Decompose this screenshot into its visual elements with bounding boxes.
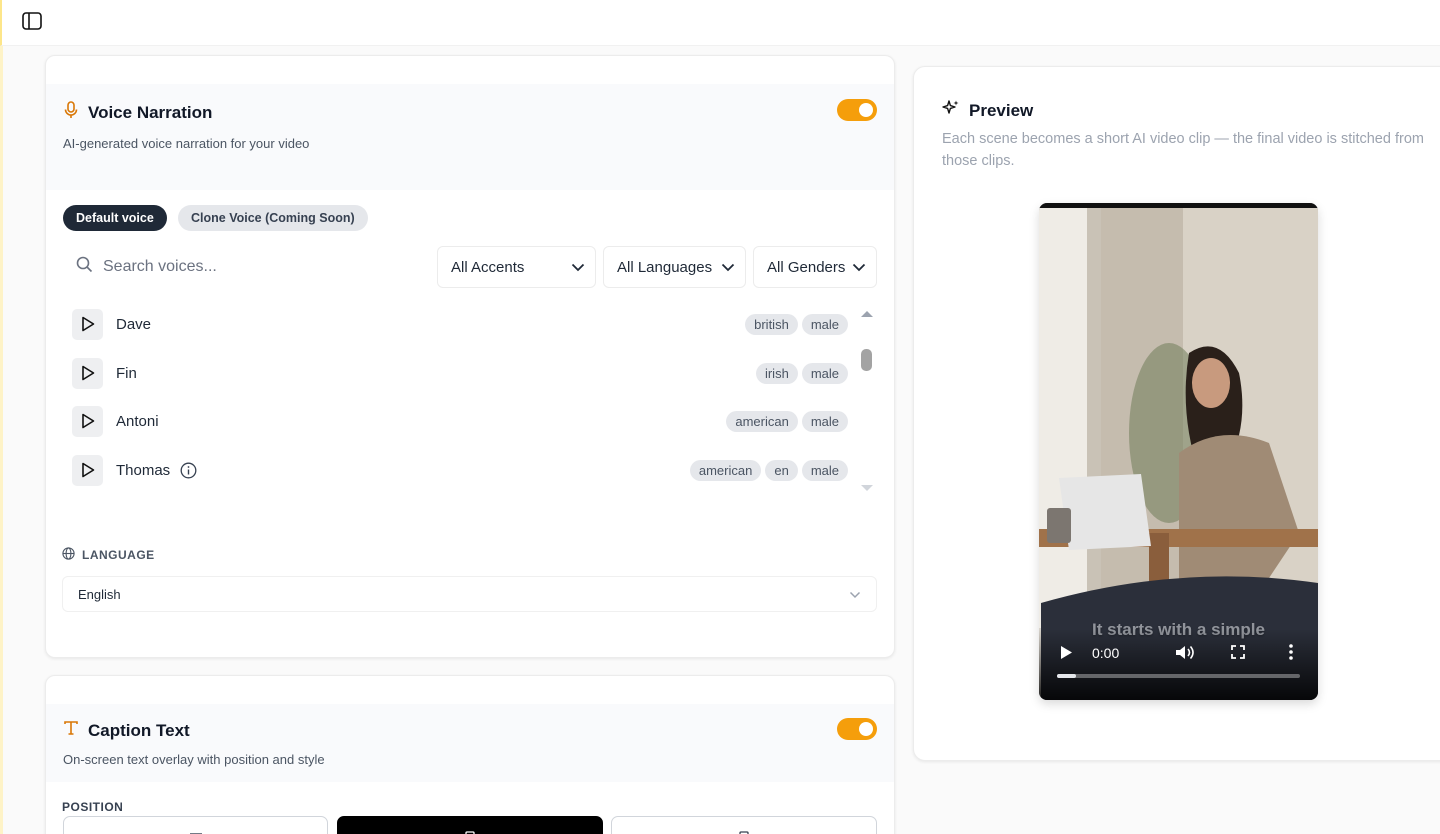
position-top-button[interactable] [63, 816, 328, 834]
voice-list-item[interactable]: Thomas american en male [72, 454, 848, 486]
voice-narration-toggle[interactable] [837, 99, 877, 121]
align-middle-icon [465, 826, 475, 834]
accent-filter[interactable]: All Accents [437, 246, 596, 288]
position-label: POSITION [62, 800, 124, 814]
align-bottom-icon [739, 826, 749, 834]
search-icon [76, 256, 93, 278]
voice-tag: male [801, 313, 848, 335]
info-icon[interactable] [180, 462, 197, 479]
voice-tag: irish [755, 362, 798, 384]
voice-tag: male [801, 362, 848, 384]
voice-tag: en [765, 459, 798, 481]
voice-name: Dave [116, 315, 152, 333]
gender-filter[interactable]: All Genders [753, 246, 877, 288]
caption-text-toggle[interactable] [837, 718, 877, 740]
left-edge-strip [0, 46, 3, 834]
voice-search [62, 246, 430, 288]
chevron-down-icon [571, 259, 585, 276]
video-progress-fill [1057, 674, 1077, 678]
video-progress-bar[interactable] [1057, 674, 1300, 678]
language-filter-label: All Languages [617, 258, 713, 276]
microphone-icon [63, 101, 79, 124]
preview-video[interactable]: It starts with a simple 0:00 [1039, 203, 1318, 700]
play-icon[interactable] [72, 454, 103, 486]
voice-tag: male [801, 459, 848, 481]
play-icon[interactable] [72, 357, 103, 389]
chevron-down-icon [721, 259, 735, 276]
voice-list-scrollbar[interactable] [858, 304, 876, 496]
fullscreen-icon[interactable] [1231, 645, 1245, 664]
tab-default-voice[interactable]: Default voice [63, 205, 167, 231]
voice-tag: american [726, 410, 798, 432]
voice-tag: british [745, 313, 798, 335]
video-controls: 0:00 [1039, 629, 1318, 700]
voice-name: Antoni [116, 412, 159, 430]
caption-text-header: Caption Text On-screen text overlay with… [46, 704, 894, 782]
video-time: 0:00 [1092, 645, 1120, 661]
position-bottom-button[interactable] [611, 816, 877, 834]
voice-list-item[interactable]: Dave british male [72, 308, 848, 340]
play-icon[interactable] [72, 308, 103, 340]
gender-filter-label: All Genders [767, 258, 846, 276]
more-options-icon[interactable] [1289, 644, 1293, 665]
position-middle-button[interactable] [337, 816, 603, 834]
language-select[interactable]: English [62, 576, 877, 612]
chevron-down-icon [852, 259, 866, 276]
text-icon [63, 720, 79, 741]
chevron-down-icon [849, 587, 861, 602]
caption-text-card: Caption Text On-screen text overlay with… [45, 675, 895, 834]
top-bar [0, 0, 1440, 46]
play-icon[interactable] [1060, 645, 1073, 665]
voice-tag: male [801, 410, 848, 432]
voice-list-item[interactable]: Fin irish male [72, 357, 848, 389]
align-top-icon [189, 826, 203, 834]
preview-description: Each scene becomes a short AI video clip… [942, 131, 1424, 169]
voice-name: Thomas [116, 461, 171, 479]
preview-title: Preview [969, 100, 1034, 120]
play-icon[interactable] [72, 405, 103, 437]
voice-list-item[interactable]: Antoni american male [72, 405, 848, 437]
voice-narration-subtitle: AI-generated voice narration for your vi… [63, 136, 310, 151]
sidebar-toggle-icon[interactable] [22, 12, 42, 30]
language-filter[interactable]: All Languages [603, 246, 746, 288]
voice-name: Fin [116, 364, 137, 382]
voice-narration-title: Voice Narration [88, 102, 213, 122]
caption-text-title: Caption Text [88, 720, 190, 740]
tab-clone-voice[interactable]: Clone Voice (Coming Soon) [178, 205, 368, 231]
voice-tag: american [689, 459, 762, 481]
volume-icon[interactable] [1175, 644, 1194, 666]
accent-filter-label: All Accents [451, 258, 525, 276]
scrollbar-thumb[interactable] [861, 349, 872, 371]
language-label: LANGUAGE [62, 547, 155, 563]
caption-text-subtitle: On-screen text overlay with position and… [63, 752, 325, 767]
search-voices-input[interactable] [103, 258, 403, 276]
voice-narration-header: Voice Narration AI-generated voice narra… [46, 84, 894, 190]
language-label-text: LANGUAGE [82, 548, 155, 562]
globe-icon [62, 547, 75, 563]
language-select-value: English [78, 586, 121, 602]
sparkles-icon [942, 99, 960, 122]
